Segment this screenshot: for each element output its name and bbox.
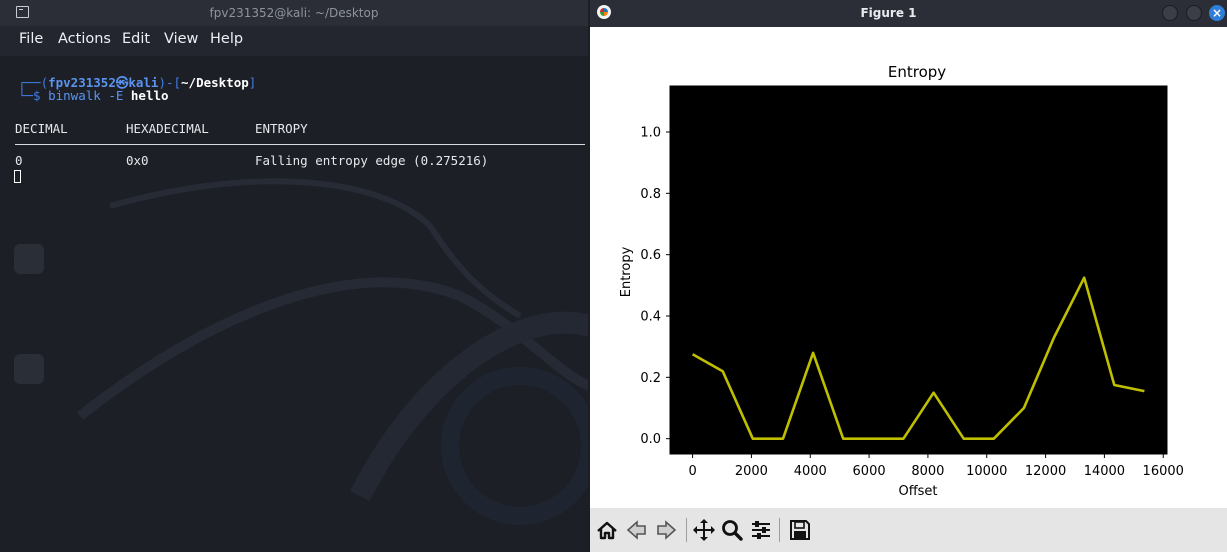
x-tick-label: 4000 [794,464,827,479]
command-line: └─$ binwalk -E hello [18,88,169,103]
x-tick-label: 8000 [911,464,944,479]
subplots-icon [752,521,770,539]
terminal-output[interactable]: ┌──(fpv231352㉿kali)-[~/Desktop] └─$ binw… [0,56,588,552]
command-text: binwalk -E [48,88,124,103]
minimize-button[interactable] [1162,5,1178,21]
terminal-titlebar[interactable]: fpv231352@kali: ~/Desktop [0,0,588,26]
menu-file[interactable]: File [16,31,46,47]
forward-button[interactable] [653,518,679,542]
back-icon [626,520,646,540]
subplots-button[interactable] [748,518,774,542]
x-tick-label: 14000 [1084,464,1125,479]
y-tick-label: 0.8 [640,187,661,202]
home-button[interactable] [594,518,620,542]
x-tick-label: 16000 [1143,464,1184,479]
prompt-close: ] [248,75,257,90]
axes-background [670,86,1167,454]
x-tick-label: 2000 [735,464,768,479]
home-icon [597,521,617,540]
command-argument: hello [123,88,169,103]
prompt-symbol: └─$ [18,88,49,103]
close-button[interactable]: × [1209,5,1225,21]
row-entropy-description: Falling entropy edge (0.275216) [255,153,489,168]
text-cursor [14,170,21,183]
entropy-chart[interactable]: 0.0 0.2 0.4 0.6 0.8 1.0 0 2000 4000 6000 8000 1000… [590,27,1227,508]
figure-titlebar[interactable]: Figure 1 × [590,0,1227,27]
x-axis-label: Offset [898,484,937,499]
toolbar-separator [686,518,687,542]
zoom-button[interactable] [719,518,745,542]
y-tick-label: 0.2 [640,371,661,386]
menu-help[interactable]: Help [207,31,246,47]
chart-title: Entropy [888,63,946,81]
maximize-button[interactable] [1186,5,1202,21]
close-icon: × [1211,6,1223,20]
y-tick-label: 1.0 [640,126,661,141]
figure-title: Figure 1 [860,6,917,20]
y-axis-label: Entropy [619,246,634,297]
y-tick-label: 0.6 [640,248,661,263]
column-header-entropy: ENTROPY [255,121,308,136]
row-hexadecimal: 0x0 [126,153,149,168]
save-icon [790,520,810,540]
column-header-decimal: DECIMAL [15,121,68,136]
terminal-window[interactable]: fpv231352@kali: ~/Desktop File Actions E… [0,0,588,552]
column-header-hexadecimal: HEXADECIMAL [126,121,209,136]
plot-canvas[interactable]: 0.0 0.2 0.4 0.6 0.8 1.0 0 2000 4000 6000 8000 1000… [590,27,1227,508]
pan-icon [693,519,715,541]
y-axis: 0.0 0.2 0.4 0.6 0.8 1.0 [640,126,670,447]
figure-window[interactable]: Figure 1 × 0.0 0.2 0.4 0.6 0.8 1.0 0 2000 4000 6… [590,0,1227,552]
x-tick-label: 12000 [1025,464,1066,479]
table-divider [15,144,585,145]
menu-view[interactable]: View [161,31,201,47]
x-tick-label: 10000 [966,464,1007,479]
pan-button[interactable] [691,518,717,542]
x-tick-label: 6000 [853,464,886,479]
save-button[interactable] [787,518,813,542]
x-axis: 0 2000 4000 6000 8000 10000 12000 14000 16000 [688,454,1184,479]
terminal-title: fpv231352@kali: ~/Desktop [209,6,379,20]
row-decimal: 0 [15,153,23,168]
y-tick-label: 0.0 [640,432,661,447]
y-tick-label: 0.4 [640,310,661,325]
prompt-path: ~/Desktop [181,75,249,90]
back-button[interactable] [624,518,650,542]
menu-actions[interactable]: Actions [55,31,114,47]
terminal-menubar: File Actions Edit View Help [0,26,588,54]
x-tick-label: 0 [688,464,696,479]
figure-toolbar [590,508,1227,552]
menu-edit[interactable]: Edit [119,31,153,47]
forward-icon [657,520,677,540]
zoom-icon [722,520,743,541]
toolbar-separator [779,518,780,542]
